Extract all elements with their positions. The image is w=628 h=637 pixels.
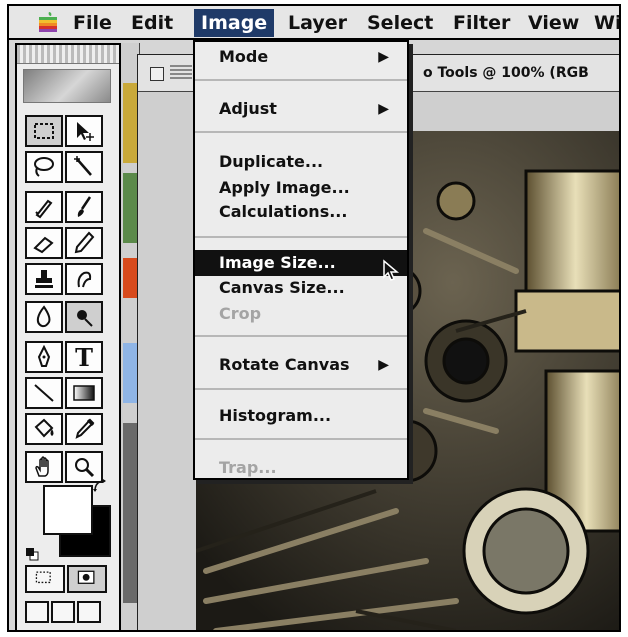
sharpen-tool[interactable] [65,301,103,333]
standard-mode-button[interactable] [25,565,65,593]
menu-window[interactable]: Wi [587,9,619,37]
menu-filter[interactable]: Filter [446,9,517,37]
menu-image[interactable]: Image [194,9,275,37]
submenu-arrow-icon: ▶ [378,101,389,117]
paint-bucket-icon [34,418,54,438]
menu-item-trap: Trap... [219,458,277,477]
smudge-tool[interactable] [65,263,103,295]
full-screen-mode-button[interactable] [77,601,101,623]
document-title: o Tools @ 100% (RGB [423,65,589,81]
airbrush-tool[interactable] [25,191,63,223]
default-colors-icon[interactable] [25,547,39,561]
toolbox-palette: T [15,43,121,630]
hand-icon [35,456,49,477]
palette-fragment [123,83,137,163]
menu-separator [195,79,407,81]
menu-item-canvas-size[interactable]: Canvas Size... [195,275,407,301]
eraser-icon [33,236,54,254]
rubber-stamp-tool[interactable] [25,263,63,295]
menu-view[interactable]: View [521,9,586,37]
menu-edit[interactable]: Edit [124,9,180,37]
foreground-color-swatch[interactable] [43,485,93,535]
pencil-tool[interactable] [65,227,103,259]
submenu-arrow-icon: ▶ [378,357,389,373]
palette-fragment [123,258,137,298]
eyedropper-tool[interactable] [65,413,103,445]
pen-icon [37,345,51,367]
menu-item-rotate-canvas[interactable]: Rotate Canvas ▶ [195,352,407,378]
dodge-tool[interactable] [25,301,63,333]
menu-item-label: Adjust [219,99,277,118]
eraser-tool[interactable] [25,227,63,259]
line-tool[interactable] [25,377,63,409]
submenu-arrow-icon: ▶ [378,49,389,65]
zoom-icon [75,458,95,478]
rubber-stamp-icon [35,270,53,288]
gradient-icon [73,385,95,401]
menu-item-apply-image[interactable]: Apply Image... [195,175,407,201]
menu-item-image-size[interactable]: Image Size... [195,250,407,276]
palette-fragment [123,343,137,403]
apple-icon[interactable] [36,10,60,34]
paint-bucket-tool[interactable] [25,413,63,445]
line-icon [34,384,54,402]
menu-select[interactable]: Select [360,9,440,37]
menu-item-duplicate[interactable]: Duplicate... [195,149,407,175]
title-bar-stripes [170,65,192,81]
type-icon: T [75,342,93,372]
image-menu-dropdown: Mode ▶ Adjust ▶ Duplicate... Apply Image..… [193,40,409,480]
menu-item-label: Rotate Canvas [219,355,350,374]
smudge-icon [77,271,92,288]
gradient-tool[interactable] [65,377,103,409]
menu-separator [195,335,407,337]
airbrush-icon [35,199,53,219]
pen-tool[interactable] [25,341,63,373]
lasso-icon [34,157,54,177]
quick-mask-icon [77,570,95,584]
menu-item-adjust[interactable]: Adjust ▶ [195,96,407,122]
standard-mode-icon [35,571,51,584]
full-screen-menu-mode-button[interactable] [51,601,75,623]
menu-item-histogram[interactable]: Histogram... [195,403,407,429]
sharpen-icon [77,310,93,327]
menu-item-mode[interactable]: Mode ▶ [195,44,407,70]
marquee-icon [34,123,54,139]
dodge-icon [36,305,51,328]
toolbox-title-bar[interactable] [17,45,119,64]
menu-separator [195,388,407,390]
palette-fragment [123,423,137,603]
menu-separator [195,438,407,440]
swap-colors-icon[interactable] [93,479,107,493]
standard-screen-mode-button[interactable] [25,601,49,623]
paintbrush-icon [77,196,92,217]
screenshot-frame: File Edit Image Layer Select Filter View… [7,4,621,632]
menu-item-crop: Crop [219,304,262,323]
menu-separator [195,236,407,238]
magic-wand-icon [74,156,92,176]
menu-item-calculations[interactable]: Calculations... [195,199,407,225]
lasso-tool[interactable] [25,151,63,183]
quick-mask-mode-button[interactable] [67,565,107,593]
marquee-tool[interactable] [25,115,63,147]
type-tool[interactable]: T [65,341,103,373]
paintbrush-tool[interactable] [65,191,103,223]
menu-separator [195,131,407,133]
close-box-icon[interactable] [150,67,164,81]
menu-layer[interactable]: Layer [281,9,354,37]
palette-fragment [123,173,137,243]
menu-bar: File Edit Image Layer Select Filter View… [9,6,619,40]
pencil-icon [74,231,95,254]
mouse-pointer-icon [383,259,400,281]
eyedropper-icon [75,418,95,439]
menu-file[interactable]: File [66,9,119,37]
menu-item-label: Mode [219,47,269,66]
photoshop-logo[interactable] [23,69,111,103]
move-tool[interactable] [65,115,103,147]
move-icon [77,122,94,141]
magic-wand-tool[interactable] [65,151,103,183]
color-swatches [25,477,111,563]
